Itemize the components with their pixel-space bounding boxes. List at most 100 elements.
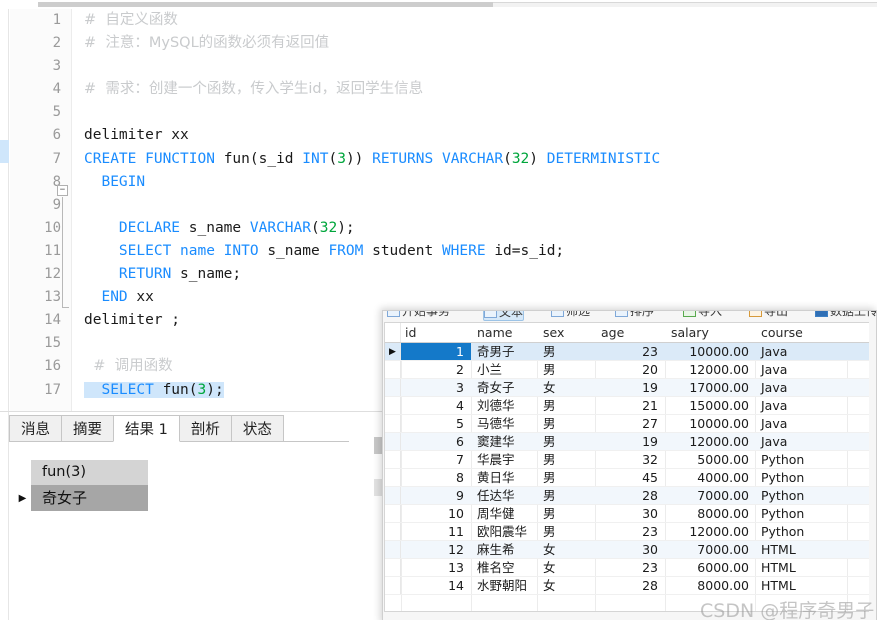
code-line[interactable]: END xx: [72, 286, 877, 309]
cell-name[interactable]: 窦建华: [473, 433, 539, 450]
cell-name[interactable]: 奇女子: [473, 379, 539, 396]
table-row[interactable]: 8 黄日华男 45 4000.00 Python: [385, 469, 870, 487]
cell-salary[interactable]: 4000.00: [667, 469, 757, 486]
cell-name[interactable]: 任达华: [473, 487, 539, 504]
cell-age[interactable]: 23: [597, 559, 667, 576]
cell-salary[interactable]: 15000.00: [667, 397, 757, 414]
cell-name[interactable]: 水野朝阳: [473, 577, 539, 594]
cell-name[interactable]: 黄日华: [473, 469, 539, 486]
code-line[interactable]: CREATE FUNCTION fun(s_id INT(3)) RETURNS…: [72, 148, 877, 171]
cell-sex[interactable]: 男: [539, 415, 597, 432]
toolbar-button-transaction[interactable]: 开始事务: [387, 311, 450, 319]
cell-sex[interactable]: 男: [539, 505, 597, 522]
code-line[interactable]: delimiter xx: [72, 124, 877, 147]
table-row[interactable]: 11 欧阳震华男 23 12000.00 Python: [385, 523, 870, 541]
column-header-course[interactable]: course: [757, 323, 847, 342]
cell-course[interactable]: Python: [757, 487, 847, 504]
cell-course[interactable]: Java: [757, 361, 847, 378]
cell-age[interactable]: 21: [597, 397, 667, 414]
cell-age[interactable]: 30: [597, 505, 667, 522]
cell-age[interactable]: 28: [597, 487, 667, 504]
student-data-table[interactable]: id name sex age salary course ▶ 1 奇男子男 23 10000.00…: [384, 322, 871, 612]
cell-salary[interactable]: 10000.00: [667, 343, 757, 360]
cell-id[interactable]: 7: [401, 451, 471, 468]
cell-id[interactable]: 3: [401, 379, 471, 396]
cell-id[interactable]: 1: [401, 343, 471, 360]
cell-salary[interactable]: 17000.00: [667, 379, 757, 396]
cell-course[interactable]: Python: [757, 451, 847, 468]
cell-course[interactable]: HTML: [757, 559, 847, 576]
cell-salary[interactable]: 12000.00: [667, 433, 757, 450]
cell-name[interactable]: 椎名空: [473, 559, 539, 576]
cell-id[interactable]: 4: [401, 397, 471, 414]
student-table-window[interactable]: 开始事务 文本 筛选 排序 导入 导出 数据上传 id name sex age salary cou…: [382, 310, 877, 625]
cell-id[interactable]: 9: [401, 487, 471, 504]
cell-id[interactable]: 6: [401, 433, 471, 450]
cell-sex[interactable]: 女: [539, 559, 597, 576]
code-line[interactable]: SELECT name INTO s_name FROM student WHE…: [72, 240, 877, 263]
cell-sex[interactable]: 女: [539, 379, 597, 396]
cell-id[interactable]: 5: [401, 415, 471, 432]
cell-course[interactable]: Java: [757, 343, 847, 360]
cell-age[interactable]: 20: [597, 361, 667, 378]
table-row[interactable]: 13 椎名空女 23 6000.00 HTML: [385, 559, 870, 577]
result-set-grid[interactable]: fun(3) ▶ 奇女子: [9, 444, 369, 524]
cell-id[interactable]: 11: [401, 523, 471, 540]
code-line[interactable]: [72, 194, 877, 217]
code-line[interactable]: # 需求：创建一个函数，传入学生id，返回学生信息: [72, 78, 877, 101]
table-row[interactable]: 9 任达华男 28 7000.00 Python: [385, 487, 870, 505]
column-header-name[interactable]: name: [473, 323, 539, 342]
code-line[interactable]: DECLARE s_name VARCHAR(32);: [72, 217, 877, 240]
results-tabbar[interactable]: 消息 摘要 结果 1 剖析 状态: [9, 415, 349, 442]
table-row[interactable]: 2 小兰男 20 12000.00 Java: [385, 361, 870, 379]
toolbar-button-export[interactable]: 导出: [749, 311, 788, 319]
cell-course[interactable]: Java: [757, 397, 847, 414]
cell-age[interactable]: 28: [597, 577, 667, 594]
cell-salary[interactable]: 5000.00: [667, 451, 757, 468]
cell-sex[interactable]: 女: [539, 577, 597, 594]
cell-sex[interactable]: 女: [539, 541, 597, 558]
cell-course[interactable]: Java: [757, 379, 847, 396]
cell-id[interactable]: 10: [401, 505, 471, 522]
code-line[interactable]: # 注意：MySQL的函数必须有返回值: [72, 32, 877, 55]
cell-course[interactable]: Java: [757, 433, 847, 450]
cell-salary[interactable]: 6000.00: [667, 559, 757, 576]
cell-name[interactable]: 华晨宇: [473, 451, 539, 468]
code-line[interactable]: # 自定义函数: [72, 9, 877, 32]
table-row[interactable]: 7 华晨宇男 32 5000.00 Python: [385, 451, 870, 469]
cell-salary[interactable]: 7000.00: [667, 541, 757, 558]
data-grid-toolbar[interactable]: 开始事务 文本 筛选 排序 导入 导出 数据上传: [383, 311, 876, 322]
cell-age[interactable]: 19: [597, 379, 667, 396]
code-line[interactable]: [72, 55, 877, 78]
cell-course[interactable]: HTML: [757, 577, 847, 594]
cell-age[interactable]: 30: [597, 541, 667, 558]
results-tab[interactable]: 状态: [230, 415, 284, 442]
cell-name[interactable]: 欧阳震华: [473, 523, 539, 540]
code-line[interactable]: BEGIN: [72, 171, 877, 194]
cell-sex[interactable]: 男: [539, 451, 597, 468]
cell-name[interactable]: 马德华: [473, 415, 539, 432]
cell-salary[interactable]: 7000.00: [667, 487, 757, 504]
cell-name[interactable]: 周华健: [473, 505, 539, 522]
cell-course[interactable]: Java: [757, 415, 847, 432]
table-row[interactable]: 5 马德华男 27 10000.00 Java: [385, 415, 870, 433]
cell-id[interactable]: 12: [401, 541, 471, 558]
column-header-age[interactable]: age: [597, 323, 667, 342]
cell-salary[interactable]: 8000.00: [667, 505, 757, 522]
editor-horizontal-scrollbar[interactable]: [0, 0, 877, 9]
result-column-header[interactable]: fun(3): [31, 460, 148, 485]
cell-course[interactable]: Python: [757, 523, 847, 540]
toolbar-button-filter[interactable]: 筛选: [551, 311, 590, 319]
cell-age[interactable]: 19: [597, 433, 667, 450]
cell-name[interactable]: 刘德华: [473, 397, 539, 414]
cell-age[interactable]: 23: [597, 523, 667, 540]
cell-course[interactable]: Python: [757, 469, 847, 486]
panel-scrollbar-track[interactable]: [374, 479, 382, 496]
cell-name[interactable]: 麻生希: [473, 541, 539, 558]
cell-sex[interactable]: 男: [539, 487, 597, 504]
cell-id[interactable]: 2: [401, 361, 471, 378]
cell-salary[interactable]: 10000.00: [667, 415, 757, 432]
cell-sex[interactable]: 男: [539, 469, 597, 486]
result-cell-value[interactable]: 奇女子: [31, 485, 148, 511]
cell-age[interactable]: 23: [597, 343, 667, 360]
